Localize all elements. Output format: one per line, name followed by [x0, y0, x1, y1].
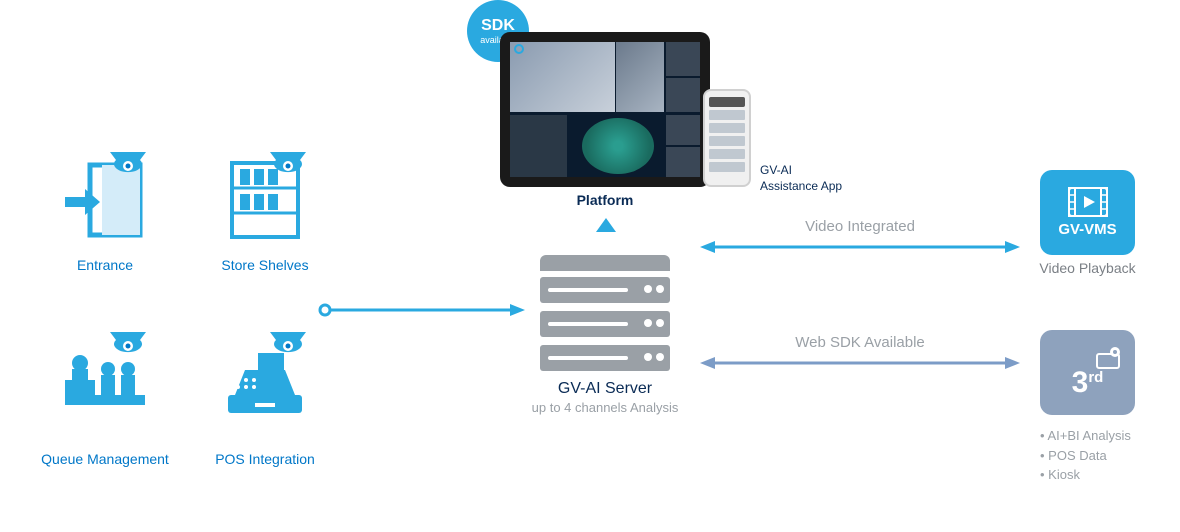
app-label-line2: Assistance App — [760, 179, 842, 195]
arrow-up-icon — [596, 218, 616, 232]
third-party-card: 3 rd — [1040, 330, 1135, 415]
bullet-0: • AI+BI Analysis — [1040, 426, 1131, 446]
third-sup: rd — [1088, 369, 1103, 386]
platform-phone — [703, 89, 751, 187]
gv-vms-title: GV-VMS — [1058, 221, 1116, 238]
bullet-2: • Kiosk — [1040, 465, 1131, 485]
server-labels: GV-AI Server up to 4 channels Analysis — [520, 380, 690, 415]
platform-label: Platform — [555, 192, 655, 208]
third-title: 3 — [1072, 366, 1089, 400]
server-subtitle: up to 4 channels Analysis — [520, 400, 690, 415]
camera-icon — [108, 330, 148, 358]
server-title: GV-AI Server — [520, 380, 690, 398]
gv-vms-card: GV-VMS — [1040, 170, 1135, 255]
arrow-video-integrated — [700, 237, 1020, 257]
camera-icon — [108, 150, 148, 178]
gv-vms-sub: Video Playback — [1035, 260, 1140, 276]
third-party-bullets: • AI+BI Analysis • POS Data • Kiosk — [1040, 426, 1131, 485]
film-play-icon — [1068, 187, 1108, 217]
camera-icon — [268, 330, 308, 358]
camera-icon — [268, 150, 308, 178]
platform-tablet — [500, 32, 710, 187]
server-icon — [540, 255, 670, 365]
pos-label: POS Integration — [210, 451, 320, 467]
shelves-label: Store Shelves — [210, 257, 320, 273]
entrance-label: Entrance — [50, 257, 160, 273]
app-label-line1: GV-AI — [760, 163, 842, 179]
bullet-1: • POS Data — [1040, 446, 1131, 466]
queue-label: Queue Management — [30, 451, 180, 467]
arrow-web-sdk — [700, 353, 1020, 373]
assistance-app-label: GV-AI Assistance App — [760, 163, 842, 194]
link-video-label: Video Integrated — [790, 218, 930, 235]
arrow-sources-to-server — [315, 300, 530, 320]
third-title-wrap: 3 rd — [1072, 366, 1104, 400]
tablet-screen — [510, 42, 700, 177]
link-websdk-label: Web SDK Available — [790, 334, 930, 351]
